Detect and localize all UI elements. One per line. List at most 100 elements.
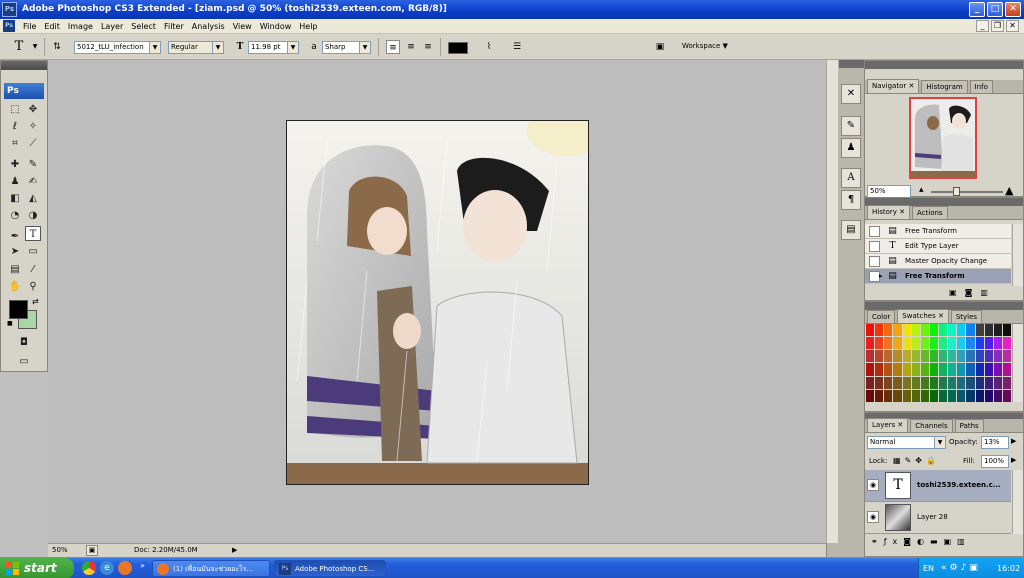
color-swatch[interactable] [948,337,957,350]
text-orientation-icon[interactable]: ⇅ [50,40,64,54]
color-swatch[interactable] [893,337,902,350]
zoom-out-icon[interactable]: ▴ [919,185,924,195]
color-swatch[interactable] [939,389,948,402]
chrome-quicklaunch-icon[interactable] [82,561,96,575]
new-document-from-state-icon[interactable]: ▣ [949,288,965,297]
rectangle-tool-icon[interactable]: ▭ [25,244,41,259]
color-swatch[interactable] [902,376,911,389]
ie-quicklaunch-icon[interactable]: e [100,561,114,575]
color-swatch[interactable] [1002,350,1011,363]
layer-row[interactable]: ◉ Ttoshi2539.exteen.c... [865,470,1011,502]
tab-channels[interactable]: Channels [910,419,953,432]
color-swatch[interactable] [1002,389,1011,402]
menu-image[interactable]: Image [64,19,97,34]
clone-stamp-tool-icon[interactable]: ♟ [7,174,23,189]
color-swatch[interactable] [939,324,948,337]
notes-tool-icon[interactable]: ▤ [7,262,23,277]
font-family-select[interactable]: 5012_tLU_infection [74,41,150,54]
paragraph-icon[interactable]: ¶ [841,190,861,210]
color-swatch[interactable] [929,350,938,363]
doc-minimize-button[interactable]: _ [976,20,989,32]
color-swatch[interactable] [929,389,938,402]
layer-visibility-eye-icon[interactable]: ◉ [867,479,879,491]
zoom-tool-icon[interactable]: ⚲ [25,279,41,294]
color-swatch[interactable] [920,350,929,363]
color-swatch[interactable] [920,376,929,389]
color-swatch[interactable] [929,363,938,376]
color-swatch[interactable] [920,337,929,350]
swap-colors-icon[interactable]: ⇄ [32,297,39,306]
color-swatch[interactable] [866,376,875,389]
tab-actions[interactable]: Actions [912,206,948,219]
start-button[interactable]: start [0,558,74,578]
quicklaunch-expand-icon[interactable]: » [140,561,148,575]
character-panel-icon[interactable]: ☰ [510,40,524,54]
color-swatch[interactable] [884,324,893,337]
color-swatch[interactable] [957,363,966,376]
network-icon[interactable]: ▣ [969,563,981,573]
blend-mode-select[interactable]: Normal [867,436,935,449]
snapshot-source-checkbox[interactable] [869,226,880,237]
color-swatch[interactable] [957,389,966,402]
color-swatch[interactable] [984,337,993,350]
menu-layer[interactable]: Layer [97,19,127,34]
pen-tool-icon[interactable]: ✒ [7,229,23,244]
hand-tool-icon[interactable]: ✋ [7,279,23,294]
color-swatch[interactable] [866,389,875,402]
tab-history[interactable]: History ✕ [867,205,910,219]
color-swatch[interactable] [1002,337,1011,350]
fill-arrow-icon[interactable]: ▶ [1011,456,1016,464]
color-swatch[interactable] [1002,376,1011,389]
lasso-tool-icon[interactable]: ℓ [7,119,23,134]
color-swatch[interactable] [920,324,929,337]
tab-histogram[interactable]: Histogram [921,80,968,93]
color-swatch[interactable] [929,337,938,350]
color-swatch[interactable] [966,350,975,363]
color-swatch[interactable] [939,376,948,389]
color-swatch[interactable] [893,324,902,337]
menu-edit[interactable]: Edit [40,19,64,34]
layers-scrollbar[interactable] [1012,470,1023,534]
history-state[interactable]: ▤ Master Opacity Change [865,254,1011,269]
move-tool-icon[interactable]: ✥ [25,102,41,117]
screen-mode-icon[interactable]: ▭ [16,354,32,369]
preset-dropdown-arrow-icon[interactable]: ▼ [28,40,42,54]
menu-window[interactable]: Window [256,19,296,34]
canvas-vertical-scrollbar[interactable] [826,60,838,543]
color-swatch[interactable] [866,350,875,363]
snapshot-source-checkbox[interactable] [869,256,880,267]
new-layer-icon[interactable]: ▣ [944,537,958,546]
quick-mask-icon[interactable]: ◘ [16,335,32,350]
color-swatch[interactable] [911,324,920,337]
font-size-dropdown-icon[interactable]: ▼ [288,41,299,54]
default-colors-icon[interactable]: ■ [7,320,13,327]
align-center-icon[interactable]: ≡ [404,40,418,54]
color-swatch[interactable] [975,363,984,376]
tab-navigator[interactable]: Navigator ✕ [867,79,920,93]
panel-header[interactable] [865,61,1023,69]
menu-select[interactable]: Select [127,19,160,34]
dock-header[interactable] [839,60,865,68]
font-family-dropdown-icon[interactable]: ▼ [150,41,161,54]
color-swatch[interactable] [884,363,893,376]
antialias-dropdown-icon[interactable]: ▼ [360,41,371,54]
document-icon[interactable]: Ps [3,20,15,32]
color-swatch[interactable] [984,363,993,376]
color-swatch[interactable] [920,363,929,376]
brush-tool-icon[interactable]: ✎ [25,157,41,172]
taskbar-item-photoshop[interactable]: Ps Adobe Photoshop CS... [274,560,386,577]
color-swatch[interactable] [975,376,984,389]
color-swatch[interactable] [948,350,957,363]
warp-text-icon[interactable]: ⌇ [482,40,496,54]
color-swatch[interactable] [875,324,884,337]
eyedropper-tool-icon[interactable]: ⁄ [25,262,41,277]
menu-analysis[interactable]: Analysis [188,19,229,34]
color-swatch[interactable] [984,350,993,363]
lock-transparent-icon[interactable]: ▦ [893,456,905,465]
color-swatch[interactable] [911,363,920,376]
firefox-quicklaunch-icon[interactable] [118,561,132,575]
color-swatch[interactable] [875,350,884,363]
color-swatch[interactable] [966,389,975,402]
color-swatch[interactable] [1002,363,1011,376]
color-swatch[interactable] [929,324,938,337]
